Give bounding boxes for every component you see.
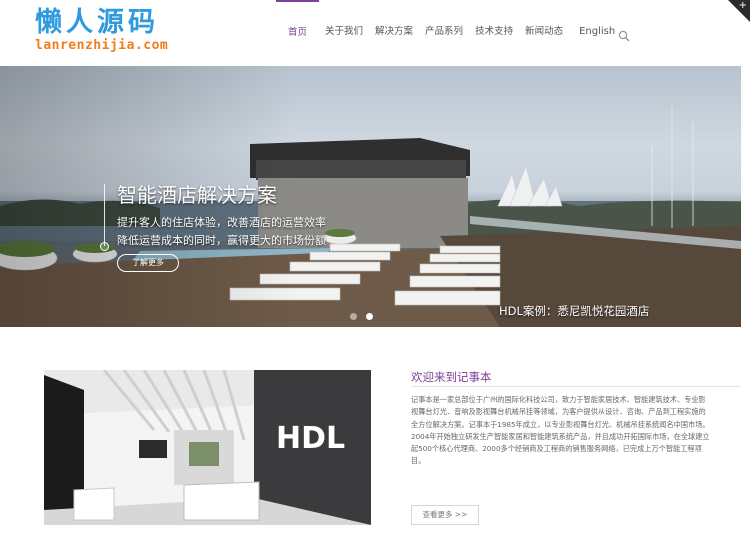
hero-accent-dot	[100, 242, 109, 251]
slider-dots	[350, 313, 373, 320]
logo-chinese: 懒人源码	[35, 7, 159, 38]
hero-accent-line	[104, 184, 105, 246]
showroom-photo: HDL	[44, 370, 371, 525]
header: 懒人源码 lanrenzhijia.com 首页 关于我们 解决方案 产品系列 …	[0, 0, 750, 66]
nav-products[interactable]: 产品系列	[419, 0, 469, 66]
about-description: 记事本是一家总部位于广州的国际化科技公司，致力于智能家居技术、智能建筑技术、专业…	[411, 395, 710, 466]
slider-dot-1[interactable]	[350, 313, 357, 320]
nav-support[interactable]: 技术支持	[469, 0, 519, 66]
about-title: 欢迎来到记事本	[411, 370, 492, 384]
main-nav: 首页 关于我们 解决方案 产品系列 技术支持 新闻动态 English	[276, 0, 621, 66]
hero-subtitle-2: 降低运营成本的同时，赢得更大的市场份额	[117, 234, 326, 247]
page: 懒人源码 lanrenzhijia.com 首页 关于我们 解决方案 产品系列 …	[0, 0, 750, 534]
nav-home[interactable]: 首页	[276, 0, 320, 66]
learn-more-button[interactable]: 了解更多	[117, 254, 179, 272]
hero-subtitle-1: 提升客人的住店体验，改善酒店的运营效率	[117, 216, 326, 229]
slider-dot-2[interactable]	[366, 313, 373, 320]
hero-photo	[0, 66, 741, 327]
logo[interactable]: 懒人源码 lanrenzhijia.com	[35, 8, 168, 54]
nav-english[interactable]: English	[569, 0, 621, 66]
search-icon[interactable]	[618, 27, 630, 42]
nav-about[interactable]: 关于我们	[319, 0, 369, 66]
nav-solutions[interactable]: 解决方案	[369, 0, 419, 66]
hero-banner: 智能酒店解决方案 提升客人的住店体验，改善酒店的运营效率 降低运营成本的同时，赢…	[0, 66, 741, 327]
hero-case-caption: HDL案例：悉尼凯悦花园酒店	[499, 304, 650, 318]
plus-icon[interactable]: +	[739, 0, 747, 12]
hdl-sign: HDL	[276, 421, 345, 456]
about-divider	[411, 386, 741, 387]
logo-domain: lanrenzhijia.com	[35, 38, 169, 53]
hero-title: 智能酒店解决方案	[117, 183, 277, 207]
view-more-button[interactable]: 查看更多 >>	[411, 505, 479, 525]
nav-news[interactable]: 新闻动态	[519, 0, 569, 66]
